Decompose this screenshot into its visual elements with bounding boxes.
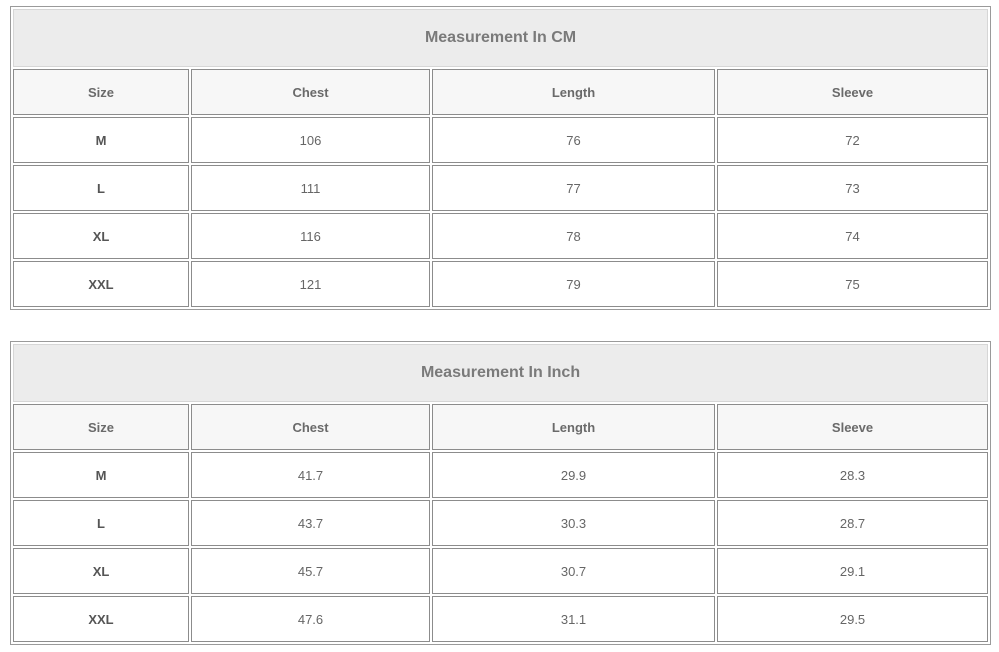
chest-cell: 106 [191, 117, 430, 163]
size-cell: M [13, 452, 189, 498]
column-header-size: Size [13, 69, 189, 115]
column-header-chest: Chest [191, 69, 430, 115]
table-row: L 111 77 73 [13, 165, 989, 211]
table-row: XXL 47.6 31.1 29.5 [13, 596, 989, 642]
table-header-row: Size Chest Length Sleeve [13, 69, 989, 115]
size-cell: XL [13, 548, 189, 594]
chest-cell: 47.6 [191, 596, 430, 642]
column-header-sleeve: Sleeve [717, 404, 989, 450]
length-cell: 30.7 [432, 548, 715, 594]
table-title: Measurement In Inch [13, 344, 989, 402]
table-row: XL 45.7 30.7 29.1 [13, 548, 989, 594]
table-row: L 43.7 30.3 28.7 [13, 500, 989, 546]
sleeve-cell: 73 [717, 165, 989, 211]
sleeve-cell: 29.5 [717, 596, 989, 642]
column-header-length: Length [432, 404, 715, 450]
table-title: Measurement In CM [13, 9, 989, 67]
chest-cell: 41.7 [191, 452, 430, 498]
sleeve-cell: 28.3 [717, 452, 989, 498]
table-title-row: Measurement In CM [13, 9, 989, 67]
column-header-length: Length [432, 69, 715, 115]
sleeve-cell: 29.1 [717, 548, 989, 594]
length-cell: 79 [432, 261, 715, 307]
table-row: M 106 76 72 [13, 117, 989, 163]
size-cell: XL [13, 213, 189, 259]
size-cell: XXL [13, 261, 189, 307]
chest-cell: 45.7 [191, 548, 430, 594]
sleeve-cell: 75 [717, 261, 989, 307]
table-row: XXL 121 79 75 [13, 261, 989, 307]
length-cell: 77 [432, 165, 715, 211]
size-cell: XXL [13, 596, 189, 642]
column-header-size: Size [13, 404, 189, 450]
column-header-sleeve: Sleeve [717, 69, 989, 115]
chest-cell: 116 [191, 213, 430, 259]
chest-cell: 111 [191, 165, 430, 211]
chest-cell: 43.7 [191, 500, 430, 546]
size-chart-inch-table: Measurement In Inch Size Chest Length Sl… [10, 341, 992, 645]
table-row: XL 116 78 74 [13, 213, 989, 259]
sleeve-cell: 28.7 [717, 500, 989, 546]
sleeve-cell: 72 [717, 117, 989, 163]
table-title-row: Measurement In Inch [13, 344, 989, 402]
length-cell: 30.3 [432, 500, 715, 546]
table-row: M 41.7 29.9 28.3 [13, 452, 989, 498]
length-cell: 31.1 [432, 596, 715, 642]
table-header-row: Size Chest Length Sleeve [13, 404, 989, 450]
length-cell: 76 [432, 117, 715, 163]
size-cell: L [13, 500, 189, 546]
size-cell: M [13, 117, 189, 163]
size-chart-cm-table: Measurement In CM Size Chest Length Slee… [10, 6, 992, 310]
size-cell: L [13, 165, 189, 211]
length-cell: 78 [432, 213, 715, 259]
sleeve-cell: 74 [717, 213, 989, 259]
chest-cell: 121 [191, 261, 430, 307]
column-header-chest: Chest [191, 404, 430, 450]
length-cell: 29.9 [432, 452, 715, 498]
